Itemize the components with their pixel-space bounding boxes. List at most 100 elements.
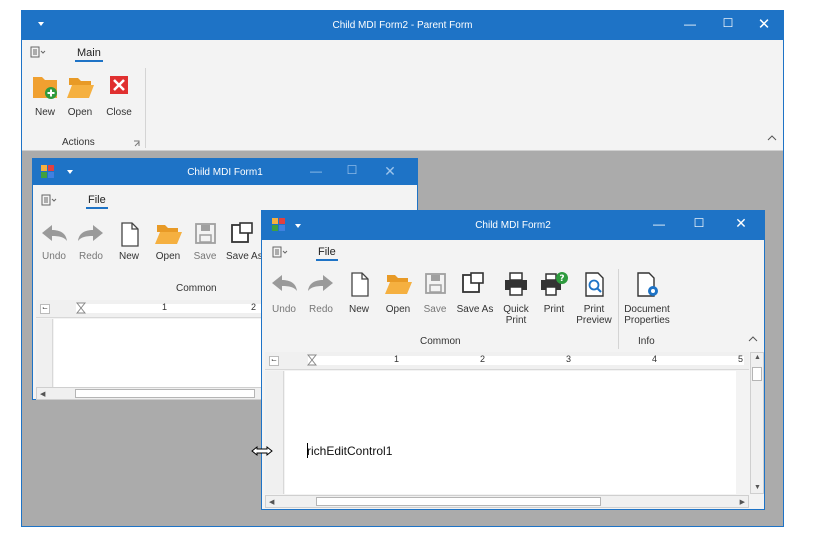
child2-redo-button[interactable]: Redo: [306, 271, 336, 315]
child2-editor-area[interactable]: richEditControl1: [285, 371, 736, 494]
child2-ruler-mark-3: 3: [566, 354, 572, 364]
child2-new-button[interactable]: New: [344, 271, 374, 315]
child2-quick-print-label-1: Quick: [503, 304, 529, 315]
child1-ruler-mark-2: 2: [251, 302, 257, 312]
child2-titlebar: Child MDI Form2 — ☐ ✕: [262, 211, 764, 240]
child2-horizontal-scrollbar[interactable]: ◀ ▶: [265, 495, 749, 508]
child2-minimize-button[interactable]: —: [644, 217, 674, 231]
document-properties-icon: [637, 272, 658, 297]
child1-tab-file[interactable]: File: [86, 194, 108, 209]
child2-quick-print-label-2: Print: [505, 315, 527, 326]
resize-cursor-icon: [251, 445, 273, 457]
child1-tab-file-label: File: [88, 194, 106, 206]
child1-horizontal-ruler: ⌙ 1 2: [36, 300, 263, 318]
child2-scroll-left-icon[interactable]: ◀: [269, 498, 274, 506]
redo-icon: [308, 275, 333, 291]
application-menu-icon[interactable]: [30, 46, 46, 58]
tab-main[interactable]: Main: [75, 47, 103, 62]
child1-save-button[interactable]: Save: [190, 221, 220, 262]
child1-save-as-button[interactable]: Save As: [226, 221, 263, 262]
minimize-button[interactable]: —: [675, 17, 705, 31]
maximize-button[interactable]: ☐: [713, 16, 743, 30]
new-label: New: [34, 107, 55, 118]
child1-ruler-mark-1: 1: [162, 302, 168, 312]
child2-vscroll-thumb[interactable]: [752, 367, 762, 381]
child2-maximize-button[interactable]: ☐: [684, 216, 714, 230]
child1-minimize-button[interactable]: —: [301, 164, 331, 178]
open-folder-icon: [385, 275, 412, 294]
child1-new-label: New: [118, 251, 139, 262]
child2-doc-props-label-2: Properties: [624, 315, 670, 326]
close-window-button[interactable]: ✕: [749, 15, 779, 33]
undo-icon: [42, 225, 67, 241]
child2-tab-file[interactable]: File: [316, 246, 338, 261]
new-folder-icon: [33, 77, 57, 99]
child2-quick-print-button[interactable]: Quick Print: [499, 271, 533, 326]
child1-tab-stop-icon[interactable]: ⌙: [40, 304, 50, 314]
child2-save-label: Save: [423, 304, 447, 315]
child1-save-label: Save: [193, 251, 217, 262]
child2-tab-underline: [316, 259, 338, 261]
child2-save-as-button[interactable]: Save As: [456, 271, 494, 315]
open-folder-icon: [67, 78, 94, 98]
child1-titlebar: Child MDI Form1 — ☐ ✕: [33, 159, 417, 185]
child1-group-common: Common: [176, 283, 217, 294]
child2-hscroll-thumb[interactable]: [316, 497, 601, 506]
child2-window: Child MDI Form2 — ☐ ✕ File Undo Redo New…: [261, 210, 765, 510]
save-icon: [425, 273, 446, 294]
child2-print-preview-button[interactable]: Print Preview: [575, 271, 613, 326]
child1-tab-underline: [86, 207, 108, 209]
child1-undo-label: Undo: [42, 251, 66, 262]
child2-open-button[interactable]: Open: [381, 271, 415, 315]
child1-horizontal-scrollbar[interactable]: ◀: [36, 387, 263, 400]
child2-scroll-right-icon[interactable]: ▶: [740, 498, 745, 506]
child2-indent-marker[interactable]: [307, 354, 317, 368]
dialog-launcher-icon[interactable]: [133, 140, 141, 148]
open-button[interactable]: Open: [64, 72, 96, 124]
parent-titlebar: Child MDI Form2 - Parent Form — ☐ ✕: [22, 11, 783, 40]
child1-editor-area[interactable]: [54, 319, 263, 387]
child2-collapse-ribbon-icon[interactable]: [748, 335, 758, 343]
child2-scroll-up-icon[interactable]: ▲: [754, 354, 761, 361]
undo-icon: [272, 275, 297, 291]
child1-maximize-button[interactable]: ☐: [337, 163, 367, 177]
save-as-icon: [462, 272, 484, 293]
child1-close-button[interactable]: ✕: [375, 163, 405, 180]
child2-document-properties-button[interactable]: Document Properties: [622, 271, 672, 326]
parent-window-title: Child MDI Form2 - Parent Form: [332, 20, 473, 31]
child2-redo-label: Redo: [309, 304, 333, 315]
child1-ruler-white: [76, 304, 263, 313]
child2-ruler-mark-2: 2: [480, 354, 486, 364]
child1-scroll-thumb[interactable]: [75, 389, 255, 398]
print-dialog-icon: ?: [541, 272, 568, 296]
print-preview-icon: [585, 272, 604, 297]
child2-print-button[interactable]: ? Print: [537, 271, 571, 315]
child1-app-menu-icon[interactable]: [41, 194, 57, 206]
child2-scroll-down-icon[interactable]: ▼: [754, 484, 761, 491]
child2-print-preview-label-1: Print: [583, 304, 605, 315]
child1-scroll-left-icon[interactable]: ◀: [40, 390, 45, 398]
save-as-icon: [231, 222, 253, 243]
child1-new-button[interactable]: New: [114, 221, 144, 262]
new-button[interactable]: New: [30, 72, 60, 124]
child2-save-button[interactable]: Save: [420, 271, 450, 315]
child1-open-button[interactable]: Open: [151, 221, 185, 262]
child1-redo-button[interactable]: Redo: [76, 221, 106, 262]
parent-ribbon: Main New Open Close Actions: [22, 40, 783, 151]
child2-tab-stop-icon[interactable]: ⌙: [269, 356, 279, 366]
open-folder-icon: [155, 225, 182, 244]
tab-main-label: Main: [77, 47, 101, 59]
child2-vertical-scrollbar[interactable]: ▲ ▼: [750, 352, 764, 494]
group-separator: [145, 68, 146, 148]
child1-indent-marker[interactable]: [76, 302, 86, 316]
child2-app-menu-icon[interactable]: [272, 246, 288, 258]
child2-group-separator: [618, 269, 619, 349]
child2-close-button[interactable]: ✕: [726, 215, 756, 232]
collapse-ribbon-icon[interactable]: [767, 134, 777, 142]
open-label: Open: [67, 107, 93, 118]
child2-undo-button[interactable]: Undo: [269, 271, 299, 315]
close-button[interactable]: Close: [104, 72, 134, 124]
tab-main-underline: [75, 60, 103, 62]
redo-icon: [78, 225, 103, 241]
child1-undo-button[interactable]: Undo: [39, 221, 69, 262]
